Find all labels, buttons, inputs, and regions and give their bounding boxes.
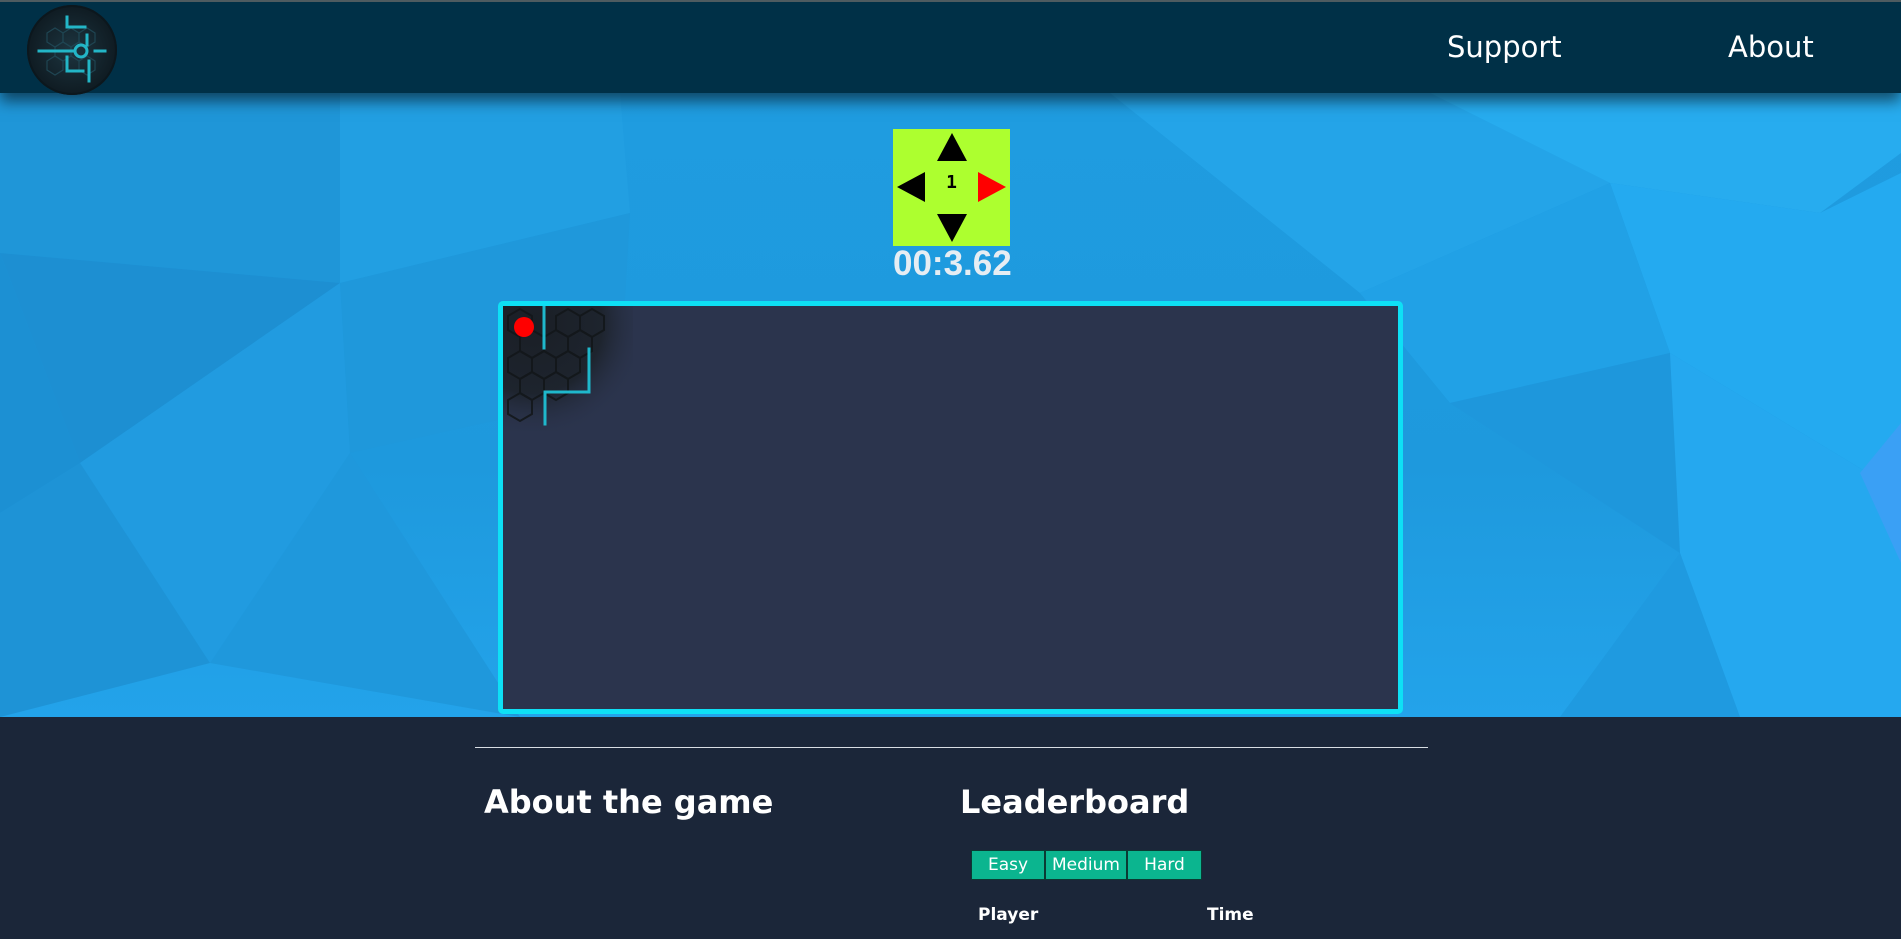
game-timer: 00:3.62: [893, 244, 1012, 283]
arrow-up-icon[interactable]: [937, 133, 967, 161]
about-game-heading: About the game: [484, 783, 774, 821]
maze-logo-icon: [37, 15, 107, 83]
move-counter: 1: [946, 172, 957, 193]
difficulty-medium-button[interactable]: Medium: [1045, 850, 1127, 880]
arrow-down-icon[interactable]: [937, 214, 967, 242]
game-logo[interactable]: [27, 5, 117, 95]
maze-canvas: [503, 306, 633, 431]
leaderboard-heading: Leaderboard: [960, 783, 1190, 821]
difficulty-hard-button[interactable]: Hard: [1127, 850, 1202, 880]
top-navbar: Support About: [0, 0, 1901, 95]
footer-divider: [475, 747, 1428, 748]
leaderboard-column-time: Time: [1207, 905, 1254, 925]
player-dot: [514, 317, 534, 337]
nav-support-link[interactable]: Support: [1447, 30, 1562, 64]
nav-about-link[interactable]: About: [1728, 30, 1814, 64]
leaderboard-column-player: Player: [978, 905, 1039, 925]
direction-pad: 1: [893, 129, 1010, 246]
maze-board[interactable]: [498, 301, 1403, 714]
difficulty-easy-button[interactable]: Easy: [971, 850, 1045, 880]
footer-section: [0, 717, 1901, 939]
